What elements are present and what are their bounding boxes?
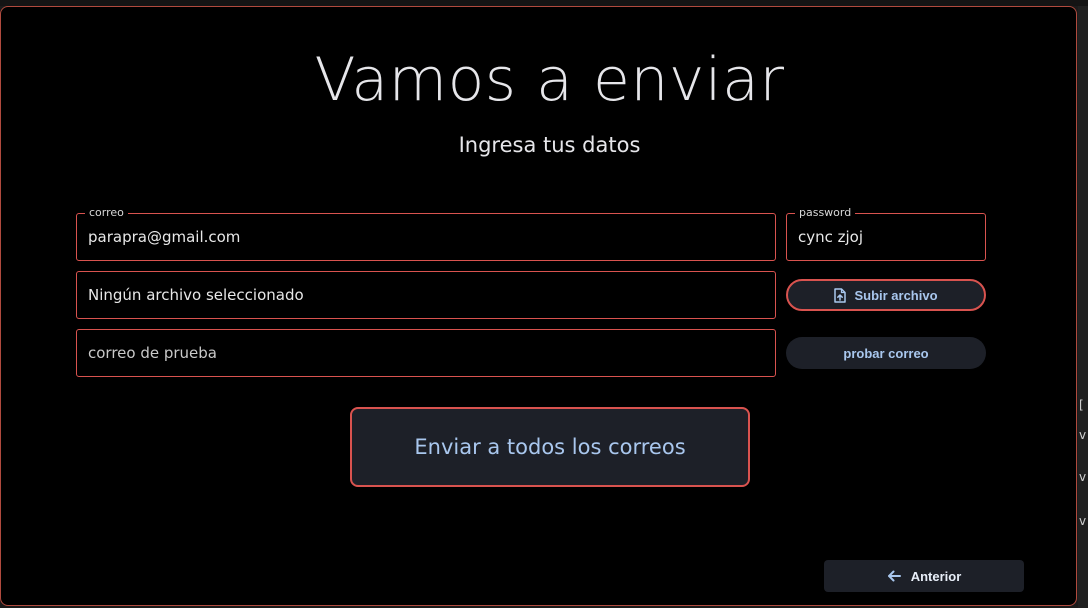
background-glyph: v [1079,470,1087,484]
arrow-left-icon [887,570,901,582]
test-email-button-label: probar correo [843,345,929,361]
background-glyph: v [1079,514,1087,528]
email-field-label: correo [85,206,128,219]
email-field-value: parapra@gmail.com [88,228,241,246]
upload-file-button[interactable]: Subir archivo [786,279,986,311]
page-subtitle: Ingresa tus datos [458,133,641,157]
email-field[interactable]: correo parapra@gmail.com [76,206,776,261]
test-email-field[interactable]: correo de prueba [76,329,776,377]
background-glyph: v [1079,428,1087,442]
upload-file-button-label: Subir archivo [854,287,938,303]
previous-button[interactable]: Anterior [824,560,1024,592]
password-field[interactable]: password cync zjoj [786,206,986,261]
test-email-placeholder: correo de prueba [88,344,217,362]
file-name-field[interactable]: Ningún archivo seleccionado [76,271,776,319]
password-field-value: cync zjoj [798,228,864,246]
file-upload-icon [834,287,847,303]
previous-button-label: Anterior [910,568,962,584]
send-all-button[interactable]: Enviar a todos los correos [350,407,750,487]
test-email-button[interactable]: probar correo [786,337,986,369]
send-all-button-label: Enviar a todos los correos [414,435,686,459]
app-window: Vamos a enviar Ingresa tus datos correo … [0,6,1077,606]
background-glyph: [ [1079,398,1084,412]
file-name-value: Ningún archivo seleccionado [88,286,304,304]
password-field-label: password [795,206,856,219]
page-title: Vamos a enviar [314,45,785,115]
